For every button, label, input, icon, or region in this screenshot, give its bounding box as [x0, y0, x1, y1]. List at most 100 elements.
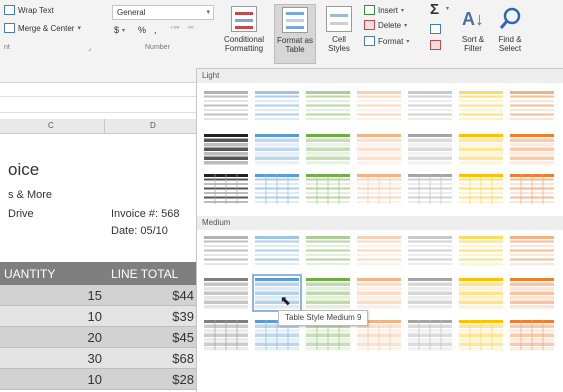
- table-style-swatch[interactable]: [407, 89, 453, 123]
- number-group-label: Number: [145, 44, 170, 51]
- table-style-swatch[interactable]: [203, 89, 249, 123]
- table-style-swatch[interactable]: [356, 89, 402, 123]
- fill-button[interactable]: [430, 24, 441, 34]
- table-style-swatch[interactable]: [458, 234, 504, 268]
- decrease-decimal-button[interactable]: ⁰⁰: [188, 25, 194, 33]
- table-style-swatch[interactable]: [305, 89, 351, 123]
- table-style-swatch[interactable]: [254, 172, 300, 206]
- table-style-swatch[interactable]: [305, 276, 351, 310]
- quantity-cell[interactable]: 10: [88, 372, 102, 387]
- fill-icon: [430, 24, 441, 34]
- merge-center-icon: [4, 23, 15, 33]
- sort-filter-button[interactable]: A↓ Sort & Filter: [458, 6, 488, 66]
- quantity-header[interactable]: UANTITY: [4, 267, 55, 281]
- table-style-swatch[interactable]: [407, 132, 453, 166]
- table-style-swatch[interactable]: [356, 132, 402, 166]
- merge-center-button[interactable]: Merge & Center ▾: [4, 23, 81, 33]
- table-style-swatch[interactable]: [203, 276, 249, 310]
- eraser-icon: [430, 40, 441, 50]
- table-style-swatch[interactable]: [305, 172, 351, 206]
- table-style-swatch[interactable]: [509, 132, 555, 166]
- table-style-swatch[interactable]: [356, 234, 402, 268]
- invoice-date-cell[interactable]: Date: 05/10: [111, 225, 168, 237]
- find-select-button[interactable]: Find & Select: [493, 6, 527, 66]
- increase-decimal-button[interactable]: ⁺⁰⁰: [170, 25, 179, 33]
- increase-decimal-icon: ⁺⁰⁰: [170, 26, 180, 33]
- delete-button[interactable]: Delete ▾: [364, 20, 407, 30]
- format-cells-button[interactable]: Format ▾: [364, 36, 409, 46]
- table-style-swatch[interactable]: [203, 172, 249, 206]
- light-section-label: Light: [197, 69, 563, 83]
- chevron-down-icon: ▾: [401, 7, 405, 14]
- table-style-swatch[interactable]: [458, 89, 504, 123]
- comma-style-button[interactable]: ,: [154, 25, 157, 35]
- accounting-format-button[interactable]: $ ▾: [114, 25, 125, 35]
- table-style-swatch[interactable]: [254, 132, 300, 166]
- dialog-launcher-icon[interactable]: ⌟: [88, 44, 91, 52]
- column-d-header[interactable]: D: [150, 121, 156, 130]
- table-style-swatch[interactable]: [254, 89, 300, 123]
- table-style-swatch[interactable]: [407, 318, 453, 352]
- chevron-down-icon: ▾: [406, 38, 410, 45]
- chevron-down-icon: ▾: [206, 9, 210, 16]
- line-total-cell[interactable]: $28: [172, 372, 194, 387]
- line-total-cell[interactable]: $68: [172, 351, 194, 366]
- style-tooltip: Table Style Medium 9: [278, 310, 369, 326]
- table-style-swatch[interactable]: [509, 318, 555, 352]
- table-style-swatch[interactable]: [203, 132, 249, 166]
- column-c-header[interactable]: C: [48, 121, 54, 130]
- quantity-cell[interactable]: 20: [88, 330, 102, 345]
- table-style-swatch[interactable]: [407, 234, 453, 268]
- table-style-swatch[interactable]: [509, 234, 555, 268]
- table-style-gallery: Light Medium: [196, 68, 563, 392]
- table-style-swatch[interactable]: [203, 234, 249, 268]
- format-cells-icon: [364, 36, 375, 46]
- line-total-header[interactable]: LINE TOTAL: [111, 267, 178, 281]
- quantity-cell[interactable]: 15: [88, 288, 102, 303]
- table-style-swatch[interactable]: [356, 172, 402, 206]
- number-format-select[interactable]: General ▾: [112, 5, 214, 20]
- table-header-row: UANTITY LINE TOTAL: [0, 262, 196, 285]
- table-row: 20 $45: [0, 327, 196, 348]
- wrap-text-button[interactable]: Wrap Text: [4, 5, 54, 15]
- conditional-formatting-icon: [231, 6, 257, 32]
- table-style-swatch[interactable]: [458, 276, 504, 310]
- invoice-number-cell[interactable]: Invoice #: 568: [111, 208, 180, 220]
- table-style-swatch[interactable]: [252, 274, 302, 312]
- address-cell[interactable]: Drive: [8, 208, 34, 220]
- table-style-swatch[interactable]: [203, 318, 249, 352]
- percent-style-button[interactable]: %: [138, 25, 146, 35]
- table-style-swatch[interactable]: [305, 132, 351, 166]
- table-style-swatch[interactable]: [305, 234, 351, 268]
- table-row: 30 $68: [0, 348, 196, 369]
- invoice-title-cell[interactable]: oice: [8, 160, 39, 180]
- conditional-formatting-button[interactable]: Conditional Formatting: [222, 6, 266, 66]
- table-style-swatch[interactable]: [407, 276, 453, 310]
- table-style-swatch[interactable]: [458, 318, 504, 352]
- line-total-cell[interactable]: $44: [172, 288, 194, 303]
- autosum-icon[interactable]: Σ: [430, 1, 439, 18]
- column-separator[interactable]: [104, 119, 105, 134]
- quantity-cell[interactable]: 30: [88, 351, 102, 366]
- line-total-cell[interactable]: $45: [172, 330, 194, 345]
- table-style-swatch[interactable]: [509, 89, 555, 123]
- quantity-cell[interactable]: 10: [88, 309, 102, 324]
- formula-bar[interactable]: [0, 96, 196, 113]
- search-icon: [497, 6, 523, 32]
- table-style-swatch[interactable]: [509, 172, 555, 206]
- format-as-table-button[interactable]: Format as Table: [274, 4, 316, 64]
- insert-button[interactable]: Insert ▾: [364, 5, 404, 15]
- chevron-down-icon[interactable]: ▾: [446, 5, 449, 12]
- clear-button[interactable]: [430, 40, 441, 50]
- table-style-swatch[interactable]: [458, 172, 504, 206]
- table-style-swatch[interactable]: [407, 172, 453, 206]
- line-total-cell[interactable]: $39: [172, 309, 194, 324]
- table-style-swatch[interactable]: [458, 132, 504, 166]
- table-style-swatch[interactable]: [254, 234, 300, 268]
- table-style-swatch[interactable]: [509, 276, 555, 310]
- cell-styles-button[interactable]: Cell Styles: [324, 6, 354, 66]
- insert-icon: [364, 5, 375, 15]
- company-name-cell[interactable]: s & More: [8, 189, 52, 201]
- decrease-decimal-icon: ⁰⁰: [188, 26, 194, 33]
- table-style-swatch[interactable]: [356, 276, 402, 310]
